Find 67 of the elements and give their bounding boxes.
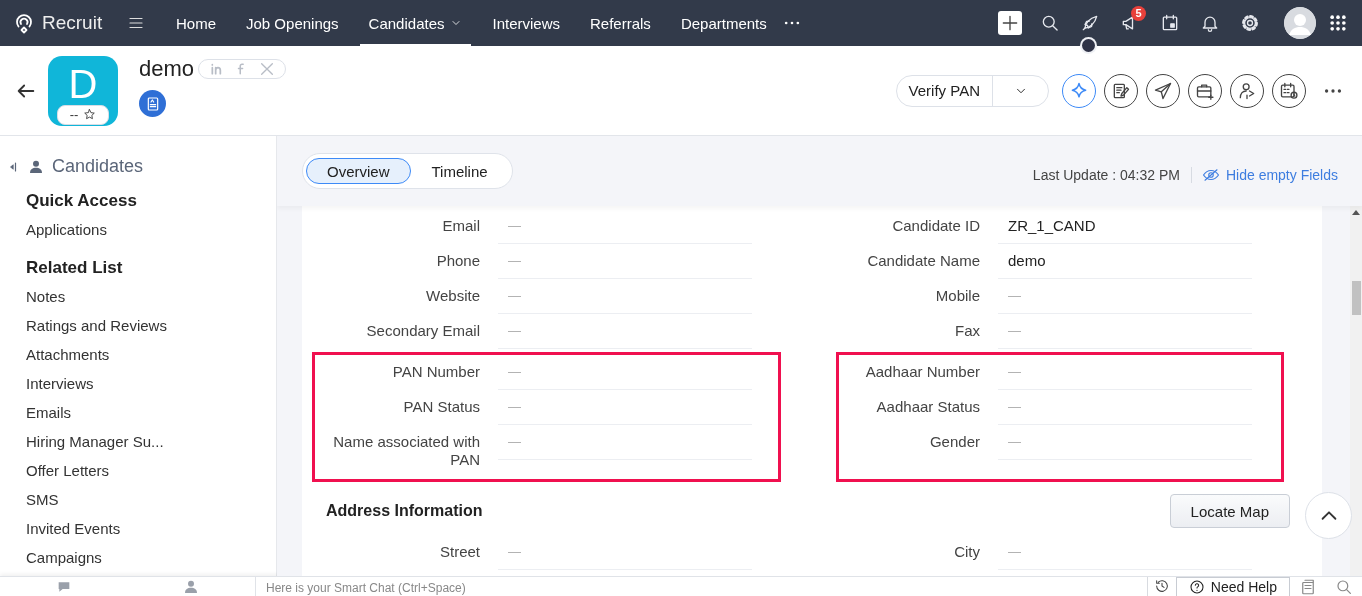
field-value: — xyxy=(998,279,1252,314)
field-label: Email xyxy=(441,216,480,236)
field-label: Candidate ID xyxy=(891,216,980,236)
field-value: — xyxy=(498,209,752,244)
field-label: Street xyxy=(438,542,480,562)
section-heading: Quick Access xyxy=(26,191,138,211)
field-value: — xyxy=(498,390,752,425)
field-label: City xyxy=(953,542,980,562)
field-label: Fax xyxy=(954,321,980,341)
nav-tab[interactable]: Interviews xyxy=(483,0,569,46)
field-label: PAN Number xyxy=(391,362,480,382)
field-label: Name associated with PAN xyxy=(332,432,480,469)
sidebar-item[interactable]: Attachments xyxy=(26,340,276,369)
field-value: — xyxy=(998,314,1252,349)
sidebar-item[interactable]: SMS xyxy=(26,485,276,514)
field-value: — xyxy=(998,355,1252,390)
nav-tab[interactable]: Home xyxy=(167,0,225,46)
sidebar-item[interactable]: Offer Letters xyxy=(26,456,276,485)
verify-pan-button[interactable]: Verify PAN xyxy=(895,74,1049,107)
field-value: ZR_1_CAND xyxy=(998,209,1252,244)
nav-tab[interactable]: Referrals xyxy=(581,0,660,46)
sidebar-item[interactable]: Emails xyxy=(26,398,276,427)
rating-value: -- xyxy=(69,107,79,122)
nav-tab[interactable]: Departments xyxy=(671,0,776,46)
sidebar-item[interactable]: Invited Events xyxy=(26,514,276,543)
field-value: — xyxy=(498,244,752,279)
field-label: Gender xyxy=(928,432,980,452)
field-label: Secondary Email xyxy=(365,321,480,341)
locate-map-button[interactable]: Locate Map xyxy=(1169,494,1290,528)
sidebar-item[interactable]: Campaigns xyxy=(26,543,276,572)
view-tab[interactable]: Timeline xyxy=(410,158,509,184)
sidebar-item[interactable]: Ratings and Reviews xyxy=(26,311,276,340)
need-help-button[interactable]: Need Help xyxy=(1175,577,1290,596)
hide-empty-fields-link[interactable]: Hide empty Fields xyxy=(1201,166,1338,184)
smart-chat-input[interactable]: Here is your Smart Chat (Ctrl+Space) xyxy=(266,577,666,596)
field-value: — xyxy=(498,279,752,314)
field-label: Aadhaar Status xyxy=(875,397,980,417)
last-update-text: Last Update : 04:32 PM xyxy=(1032,167,1192,183)
field-value: — xyxy=(498,535,752,570)
field-value: — xyxy=(998,390,1252,425)
sidebar-item[interactable]: Notes xyxy=(26,282,276,311)
field-value: — xyxy=(498,314,752,349)
brand-name[interactable]: Recruit xyxy=(42,12,103,34)
sidebar-item[interactable]: Applications xyxy=(26,215,276,244)
field-value: demo xyxy=(998,244,1252,279)
rating-pill[interactable]: -- xyxy=(57,104,109,125)
section-heading: Related List xyxy=(26,258,124,278)
avatar-initial: D xyxy=(68,61,98,106)
candidate-name: demo xyxy=(139,56,195,82)
notification-badge: 5 xyxy=(1131,6,1146,21)
view-tab[interactable]: Overview xyxy=(306,158,411,184)
nav-tab[interactable]: Candidates xyxy=(359,0,472,46)
sidebar-item[interactable]: Hiring Manager Su... xyxy=(26,427,276,456)
field-value: — xyxy=(498,425,752,460)
field-label: Mobile xyxy=(934,286,980,306)
nav-tab[interactable]: Job Openings xyxy=(237,0,348,46)
field-value: — xyxy=(498,355,752,390)
field-value: — xyxy=(998,425,1252,460)
field-label: Phone xyxy=(435,251,480,271)
field-value: — xyxy=(998,535,1252,570)
section-title: Address Information xyxy=(326,502,483,520)
field-label: PAN Status xyxy=(402,397,480,417)
sidebar-title: Candidates xyxy=(52,156,144,177)
sidebar-item[interactable]: Interviews xyxy=(26,369,276,398)
field-label: Aadhaar Number xyxy=(864,362,980,382)
field-label: Candidate Name xyxy=(866,251,980,271)
field-label: Website xyxy=(425,286,480,306)
